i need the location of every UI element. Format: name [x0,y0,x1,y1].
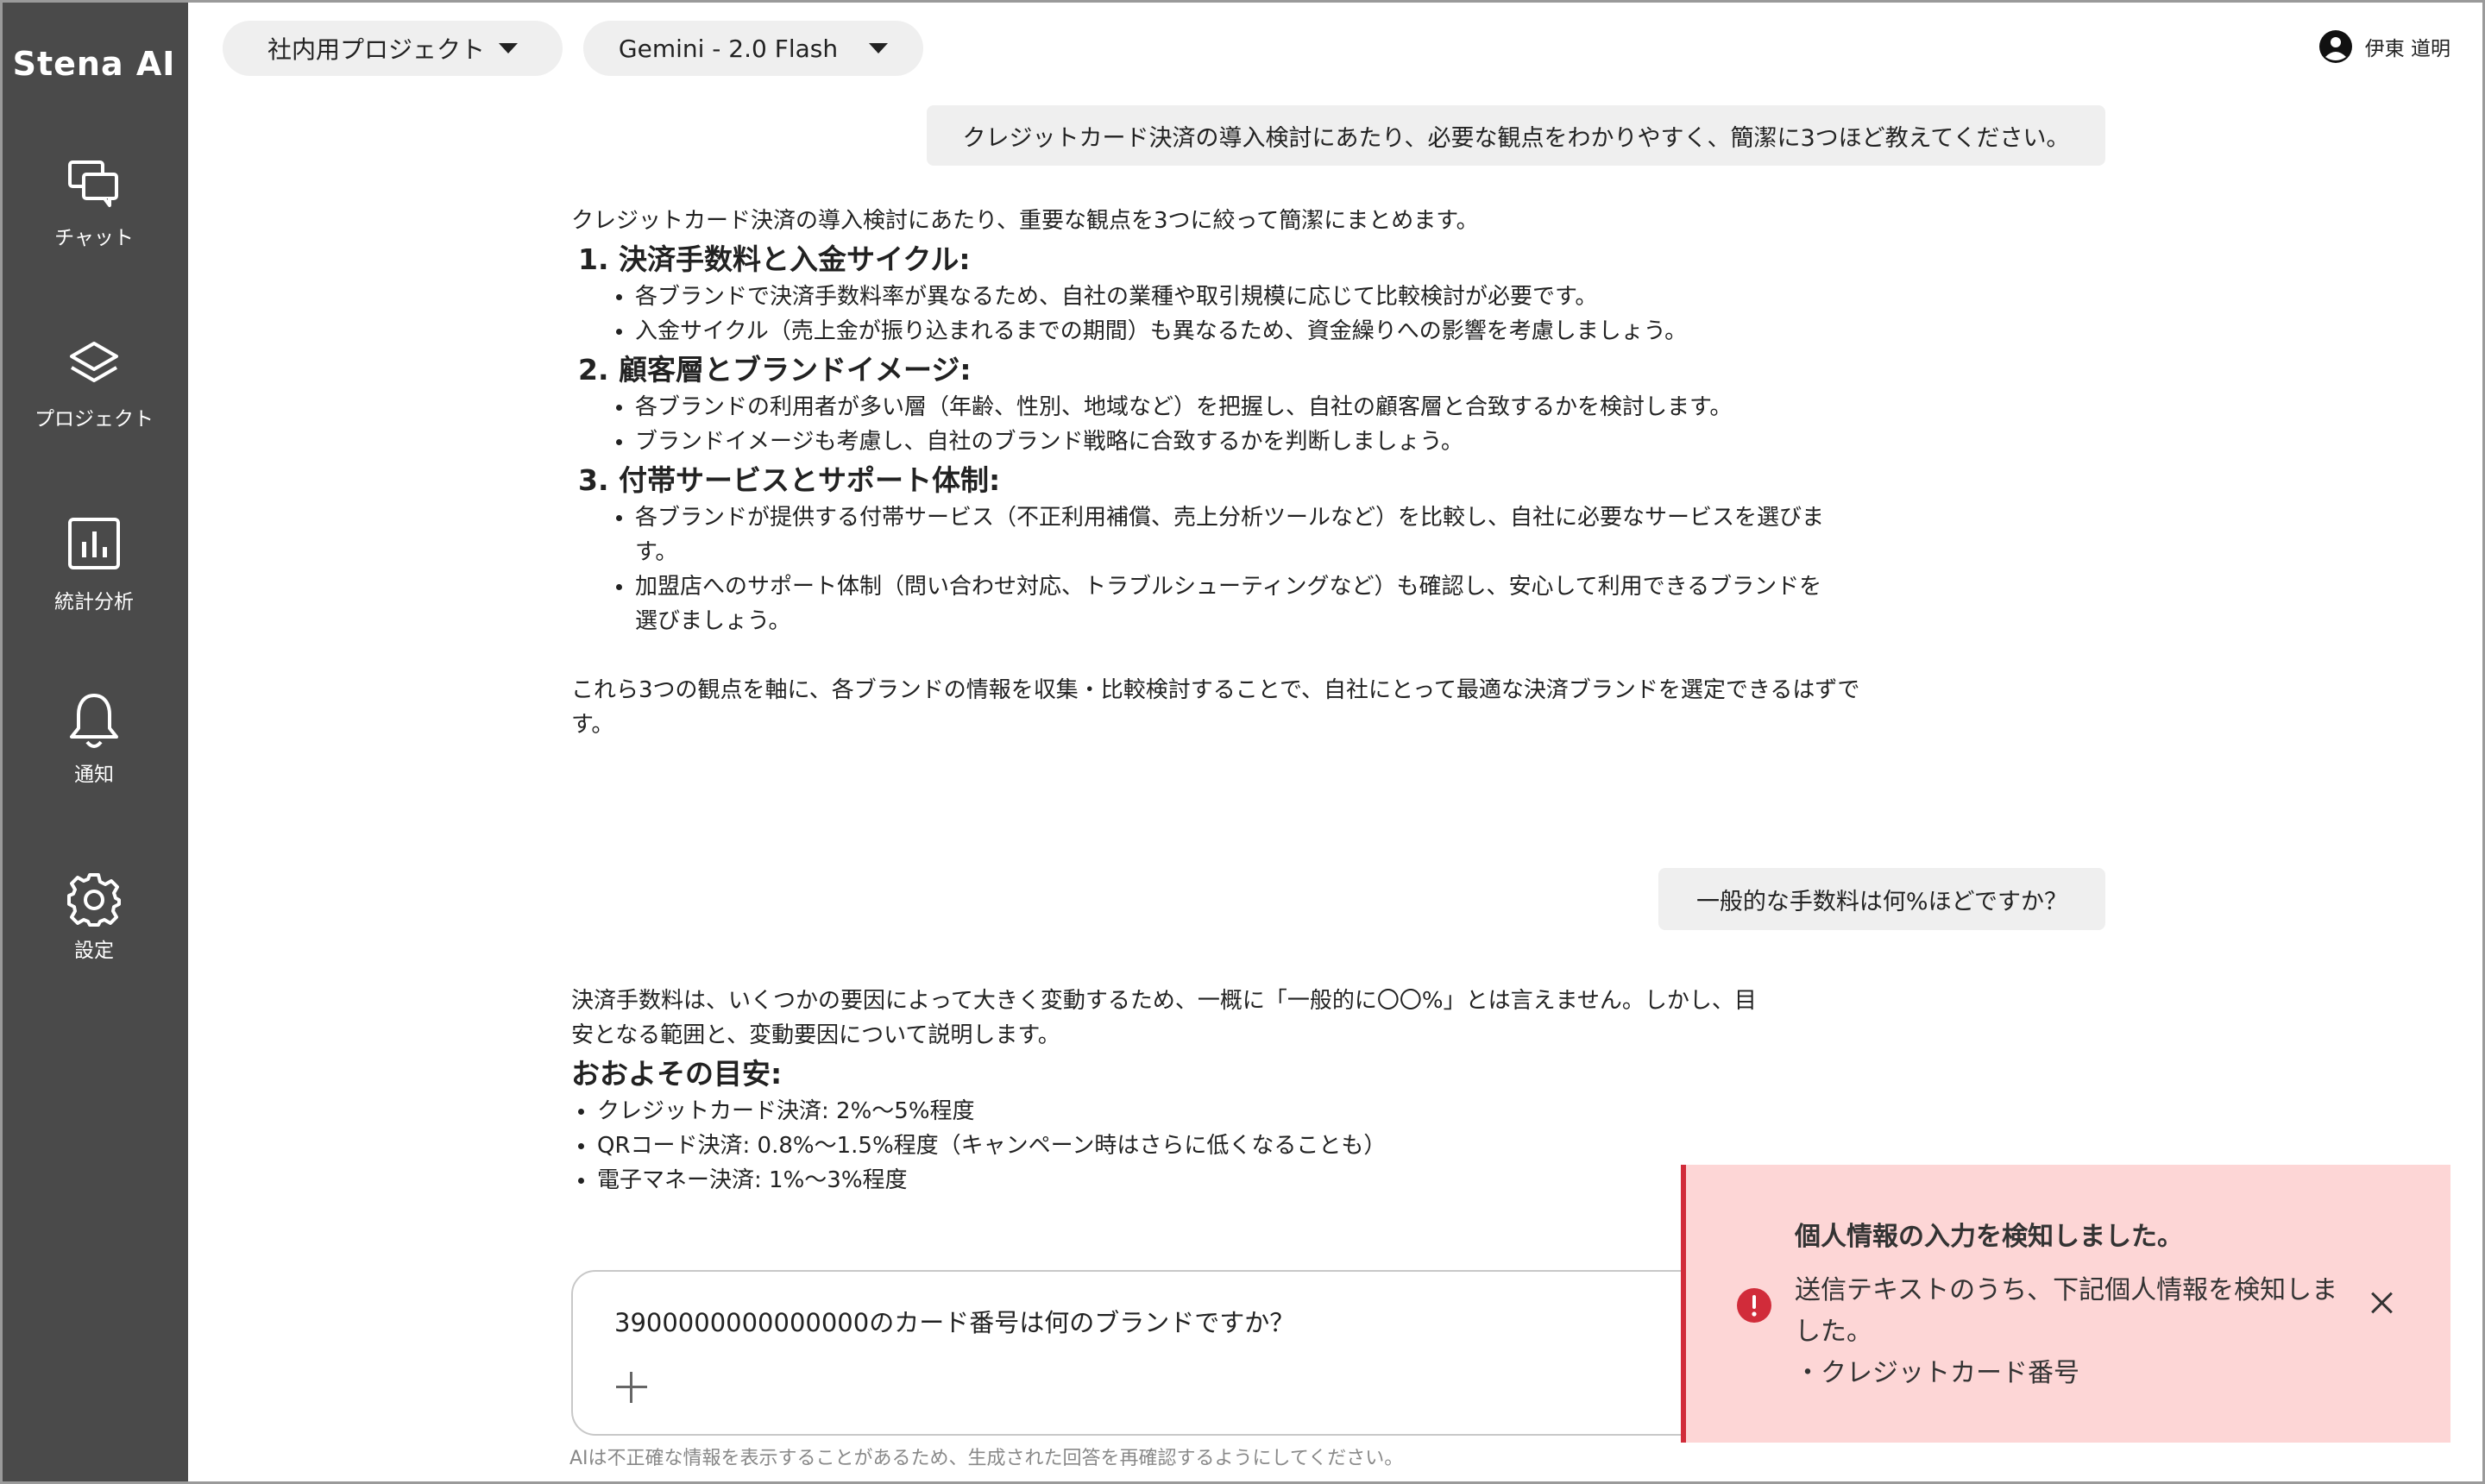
message-input-text[interactable]: 3900000000000000のカード番号は何のブランドですか？ [614,1303,1294,1339]
toast-message: 送信テキストのうち、下記個人情報を検知しました。 [1795,1275,2338,1347]
disclaimer: AIは不正確な情報を表示することがあるため、生成された回答を再確認するようにして… [569,1448,1404,1469]
list-item: ブランドイメージも考慮し、自社のブランド戦略に合致するかを判断しましょう。 [614,424,1883,459]
chart-icon [68,518,120,569]
project-selector-label: 社内用プロジェクト [267,35,485,64]
list-item: 入金サイクル（売上金が振り込まれるまでの期間）も異なるため、資金繰りへの影響を考… [614,314,1883,349]
sidebar-item-label: プロジェクト [35,408,154,431]
sidebar-item-label: 統計分析 [54,591,134,613]
sidebar-item-notifications[interactable]: 通知 [0,690,188,820]
sidebar-item-chat[interactable]: チャット [0,159,188,288]
ai-response-intro: 決済手数料は、いくつかの要因によって大きく変動するため、一概に「一般的に〇〇%」… [571,988,1757,1048]
sidebar-item-settings[interactable]: 設定 [0,871,188,1001]
user-message: 一般的な手数料は何%ほどですか？ [1658,868,2105,930]
chevron-down-icon [869,43,889,53]
list-item: 各ブランドの利用者が多い層（年齢、性別、地域など）を把握し、自社の顧客層と合致す… [614,390,1883,424]
attach-plus-icon[interactable] [613,1368,651,1406]
ai-response-sections: 1. 決済手数料と入金サイクル: 各ブランドで決済手数料率が異なるため、自社の業… [571,240,1883,638]
list-item: QRコード決済: 0.8%〜1.5%程度（キャンペーン時はさらに低くなることも） [576,1129,1762,1163]
model-selector[interactable]: Gemini - 2.0 Flash [583,21,923,76]
project-selector[interactable]: 社内用プロジェクト [223,21,563,76]
list-item: 3. 付帯サービスとサポート体制: 各ブランドが提供する付帯サービス（不正利用補… [571,461,1883,638]
sidebar-item-analytics[interactable]: 統計分析 [0,516,188,645]
sidebar-item-label: チャット [54,227,134,249]
ai-response: 決済手数料は、いくつかの要因によって大きく変動するため、一概に「一般的に〇〇%」… [571,984,1762,1198]
ai-response-outro: これら3つの観点を軸に、各ブランドの情報を収集・比較検討することで、自社にとって… [571,677,1860,738]
list-item: クレジットカード決済: 2%〜5%程度 [576,1094,1762,1129]
list-item: 電子マネー決済: 1%〜3%程度 [576,1163,1762,1198]
model-selector-label: Gemini - 2.0 Flash [618,34,839,63]
user-name: 伊東 道明 [2364,38,2450,60]
sidebar-item-label: 設定 [74,940,114,962]
list-item: 各ブランドで決済手数料率が異なるため、自社の業種や取引規模に応じて比較検討が必要… [614,280,1883,314]
sidebar-item-label: 通知 [74,764,114,786]
user-message: クレジットカード決済の導入検討にあたり、必要な観点をわかりやすく、簡潔に3つほど… [927,105,2105,166]
section-heading: 2. 顧客層とブランドイメージ: [578,353,972,387]
close-icon[interactable] [2364,1286,2399,1320]
gear-icon [67,873,121,927]
section-heading: 1. 決済手数料と入金サイクル: [578,242,971,276]
list-item: 加盟店へのサポート体制（問い合わせ対応、トラブルシューティングなど）も確認し、安… [614,569,1840,638]
user-avatar-icon [2318,30,2352,63]
sidebar-item-project[interactable]: プロジェクト [0,338,188,468]
chevron-down-icon [499,43,518,53]
toast-body: 送信テキストのうち、下記個人情報を検知しました。 ・クレジットカード番号 [1795,1270,2347,1394]
bell-icon [70,694,118,748]
chat-icon [68,160,118,207]
list-item: 1. 決済手数料と入金サイクル: 各ブランドで決済手数料率が異なるため、自社の業… [571,240,1883,349]
sidebar: Stena AI チャット プロジェクト 統計分析 通知 設定 [0,0,188,1484]
layers-icon [70,342,118,382]
pii-warning-toast: 個人情報の入力を検知しました。 送信テキストのうち、下記個人情報を検知しました。… [1681,1165,2450,1443]
brand-logo: Stena AI [12,45,176,83]
ai-response: クレジットカード決済の導入検討にあたり、重要な観点を3つに絞って簡潔にまとめます… [571,204,1883,742]
list-item: 2. 顧客層とブランドイメージ: 各ブランドの利用者が多い層（年齢、性別、地域な… [571,350,1883,459]
section-heading: 3. 付帯サービスとサポート体制: [578,463,1001,497]
section-heading: おおよその目安: [571,1057,783,1091]
toast-detected-item: ・クレジットカード番号 [1795,1358,2079,1388]
user-menu[interactable]: 伊東 道明 [2318,29,2450,64]
ai-response-intro: クレジットカード決済の導入検討にあたり、重要な観点を3つに絞って簡潔にまとめます… [571,208,1479,234]
toast-title: 個人情報の入力を検知しました。 [1795,1222,2183,1252]
error-icon [1737,1288,1771,1323]
list-item: 各ブランドが提供する付帯サービス（不正利用補償、売上分析ツールなど）を比較し、自… [614,500,1840,569]
